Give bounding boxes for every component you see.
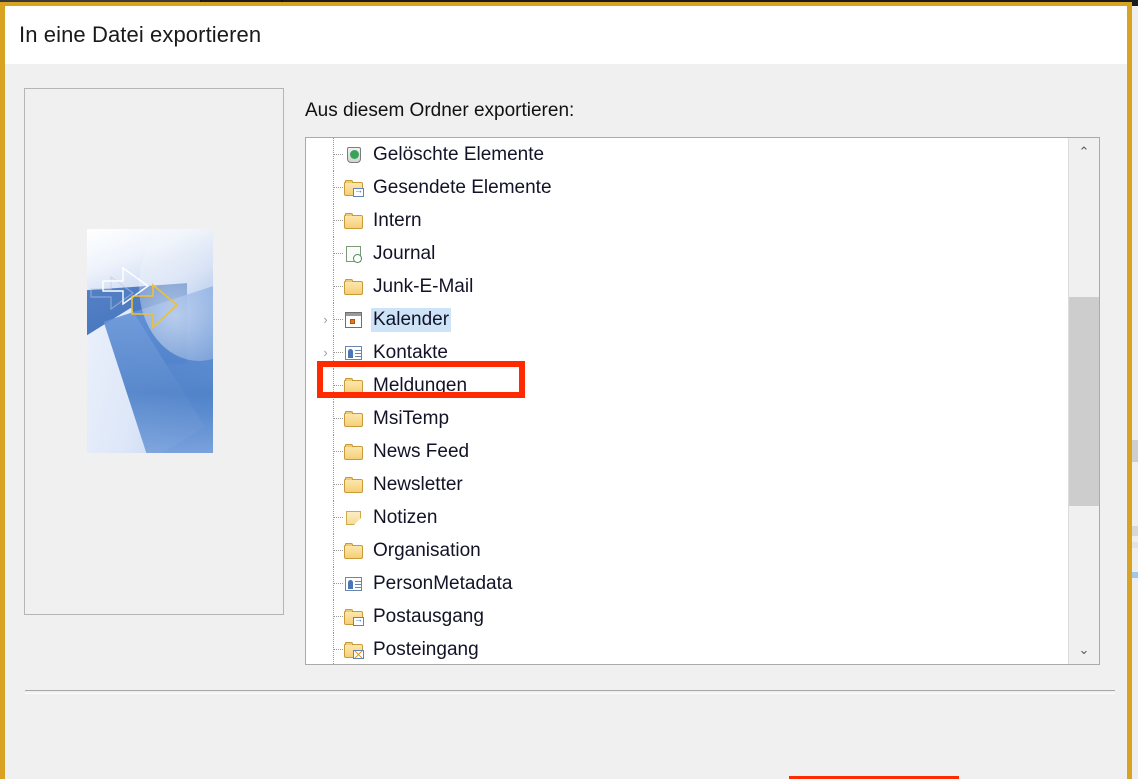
tree-row[interactable]: › Kalender — [306, 303, 1068, 336]
export-from-folder-label: Aus diesem Ordner exportieren: — [305, 100, 575, 121]
tree-row[interactable]: Postausgang — [306, 600, 1068, 633]
expand-arrow-icon[interactable] — [319, 379, 332, 392]
sent-folder-icon — [344, 179, 364, 197]
expand-arrow-icon[interactable] — [319, 577, 332, 590]
wizard-watermark-image — [87, 229, 213, 453]
tree-row-label: PersonMetadata — [373, 572, 513, 594]
tree-row[interactable]: Organisation — [306, 534, 1068, 567]
folder-listbox[interactable]: Gelöschte Elemente Gesendete Elemente Inte… — [305, 137, 1100, 665]
tree-row-label: Junk-E-Mail — [373, 275, 474, 297]
tree-row[interactable]: Notizen — [306, 501, 1068, 534]
expand-arrow-icon[interactable] — [319, 445, 332, 458]
tree-connector-stub — [334, 550, 343, 552]
tree-row[interactable]: MsiTemp — [306, 402, 1068, 435]
tree-row-label: Kalender — [371, 307, 452, 332]
tree-connector-stub — [334, 484, 343, 486]
dialog-titlebar: In eine Datei exportieren — [5, 6, 1127, 64]
expand-arrow-icon[interactable] — [319, 412, 332, 425]
journal-icon — [344, 245, 364, 263]
wizard-image-panel — [24, 88, 284, 615]
outbox-folder-icon — [344, 608, 364, 626]
tree-row-label: Kontakte — [373, 341, 448, 363]
tree-connector-stub — [334, 385, 343, 387]
tree-connector-stub — [334, 352, 343, 354]
tree-connector-stub — [334, 253, 343, 255]
tree-connector-stub — [334, 187, 343, 189]
footer-separator — [25, 690, 1115, 694]
tree-row-label: Gesendete Elemente — [373, 176, 552, 198]
tree-row-label: Intern — [373, 209, 422, 231]
tree-connector-stub — [334, 319, 343, 321]
tree-connector-stub — [334, 154, 343, 156]
tree-connector-stub — [334, 649, 343, 651]
inbox-folder-icon — [344, 641, 364, 659]
tree-row-label: Gelöschte Elemente — [373, 143, 545, 165]
tree-row-label: Posteingang — [373, 638, 479, 660]
notes-icon — [344, 509, 364, 527]
contacts-icon — [344, 575, 364, 593]
tree-connector-stub — [334, 220, 343, 222]
expand-arrow-icon[interactable]: › — [319, 346, 332, 359]
tree-row-label: Organisation — [373, 539, 481, 561]
tree-connector-stub — [334, 583, 343, 585]
folder-icon — [344, 542, 364, 560]
trash-icon — [344, 146, 364, 164]
dialog-title: In eine Datei exportieren — [19, 22, 262, 47]
expand-arrow-icon[interactable] — [319, 544, 332, 557]
folder-tree[interactable]: Gelöschte Elemente Gesendete Elemente Inte… — [306, 138, 1068, 664]
folder-icon — [344, 410, 364, 428]
expand-arrow-icon[interactable] — [319, 214, 332, 227]
expand-arrow-icon[interactable] — [319, 148, 332, 161]
expand-arrow-icon[interactable] — [319, 280, 332, 293]
tree-row[interactable]: Junk-E-Mail — [306, 270, 1068, 303]
tree-row[interactable]: Posteingang — [306, 633, 1068, 664]
tree-row[interactable]: Journal — [306, 237, 1068, 270]
tree-row-label: News Feed — [373, 440, 470, 462]
tree-row[interactable]: Gesendete Elemente — [306, 171, 1068, 204]
tree-row-label: Newsletter — [373, 473, 463, 495]
tree-row[interactable]: News Feed — [306, 435, 1068, 468]
calendar-icon — [344, 311, 364, 329]
tree-row-label: MsiTemp — [373, 407, 450, 429]
scroll-up-icon[interactable]: ⌃ — [1069, 138, 1099, 166]
tree-row[interactable]: PersonMetadata — [306, 567, 1068, 600]
tree-row-label: Postausgang — [373, 605, 484, 627]
folder-icon — [344, 212, 364, 230]
tree-row[interactable]: Meldungen — [306, 369, 1068, 402]
folder-icon — [344, 377, 364, 395]
expand-arrow-icon[interactable] — [319, 610, 332, 623]
expand-arrow-icon[interactable] — [319, 247, 332, 260]
expand-arrow-icon[interactable] — [319, 511, 332, 524]
expand-arrow-icon[interactable] — [319, 643, 332, 656]
tree-row-label: Notizen — [373, 506, 438, 528]
tree-connector-stub — [334, 286, 343, 288]
tree-row[interactable]: Intern — [306, 204, 1068, 237]
tree-connector-stub — [334, 517, 343, 519]
dialog-body: Aus diesem Ordner exportieren: Gelöschte… — [5, 64, 1127, 779]
folder-icon — [344, 476, 364, 494]
folder-icon — [344, 443, 364, 461]
expand-arrow-icon[interactable]: › — [319, 313, 332, 326]
tree-connector-stub — [334, 616, 343, 618]
folder-icon — [344, 278, 364, 296]
tree-row[interactable]: › Kontakte — [306, 336, 1068, 369]
arrow-outline-icon — [131, 283, 179, 329]
export-wizard-dialog: In eine Datei exportieren Aus diesem Ord — [0, 2, 1132, 779]
tree-connector-stub — [334, 451, 343, 453]
expand-arrow-icon[interactable] — [319, 478, 332, 491]
contacts-icon — [344, 344, 364, 362]
tree-row-label: Meldungen — [373, 374, 468, 396]
tree-row[interactable]: Gelöschte Elemente — [306, 138, 1068, 171]
tree-connector-stub — [334, 418, 343, 420]
dialog-footer: < Zurück Weiter > Abbrechen — [5, 720, 1127, 779]
scroll-down-icon[interactable]: ⌄ — [1069, 636, 1099, 664]
folder-list-scrollbar[interactable]: ⌃ ⌄ — [1068, 138, 1099, 664]
expand-arrow-icon[interactable] — [319, 181, 332, 194]
scrollbar-thumb[interactable] — [1069, 297, 1099, 506]
tree-row-label: Journal — [373, 242, 436, 264]
tree-row[interactable]: Newsletter — [306, 468, 1068, 501]
